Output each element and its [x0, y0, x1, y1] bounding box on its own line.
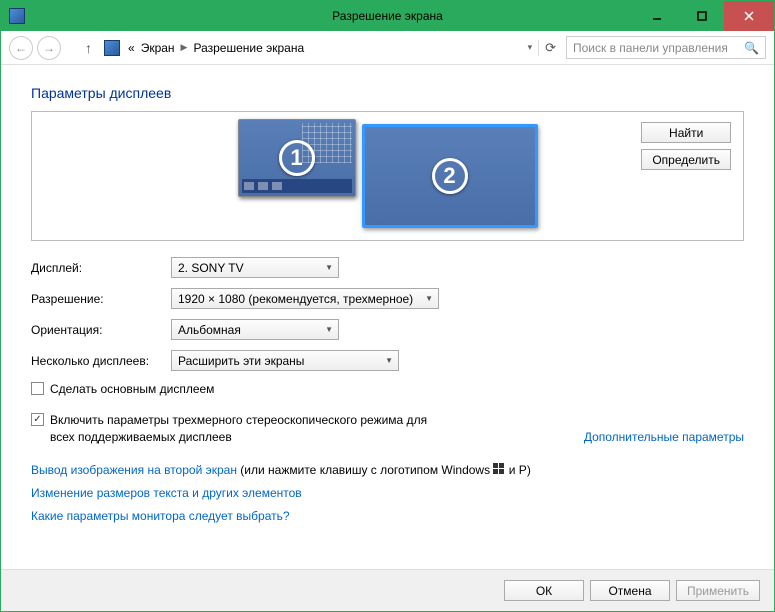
- stereo-checkbox[interactable]: ✓: [31, 413, 44, 426]
- refresh-button[interactable]: ⟳: [538, 40, 562, 56]
- cancel-button[interactable]: Отмена: [590, 580, 670, 601]
- monitor-number: 2: [432, 158, 468, 194]
- display-select[interactable]: 2. SONY TV▼: [171, 257, 339, 278]
- resolution-label: Разрешение:: [31, 292, 171, 306]
- forward-button[interactable]: →: [37, 36, 61, 60]
- up-button[interactable]: ↑: [81, 40, 96, 56]
- app-icon: [9, 8, 25, 24]
- windows-logo-icon: [493, 463, 505, 475]
- monitor-1[interactable]: 1: [238, 119, 356, 197]
- make-primary-label: Сделать основным дисплеем: [50, 381, 744, 398]
- project-hint: (или нажмите клавишу с логотипом Windows: [237, 463, 493, 477]
- search-placeholder: Поиск в панели управления: [573, 41, 728, 55]
- location-icon: [104, 40, 120, 56]
- advanced-settings-link[interactable]: Дополнительные параметры: [584, 430, 744, 445]
- search-input[interactable]: Поиск в панели управления 🔍: [566, 36, 766, 59]
- breadcrumb-item[interactable]: Экран: [139, 39, 177, 57]
- chevron-down-icon: ▼: [425, 294, 433, 303]
- which-settings-link[interactable]: Какие параметры монитора следует выбрать…: [31, 509, 290, 523]
- titlebar: Разрешение экрана: [1, 1, 774, 31]
- make-primary-checkbox[interactable]: [31, 382, 44, 395]
- dialog-footer: ОК Отмена Применить: [1, 569, 774, 611]
- chevron-down-icon: ▼: [385, 356, 393, 365]
- identify-button[interactable]: Определить: [641, 149, 731, 170]
- project-hint-2: и P): [505, 463, 530, 477]
- monitor-2[interactable]: 2: [362, 124, 538, 228]
- minimize-button[interactable]: [634, 1, 679, 31]
- page-heading: Параметры дисплеев: [31, 85, 744, 101]
- chevron-down-icon[interactable]: ▾: [526, 40, 535, 55]
- maximize-button[interactable]: [679, 1, 724, 31]
- project-link[interactable]: Вывод изображения на второй экран: [31, 463, 237, 477]
- chevron-down-icon: ▼: [325, 263, 333, 272]
- close-button[interactable]: [724, 1, 774, 31]
- detect-button[interactable]: Найти: [641, 122, 731, 143]
- back-button[interactable]: ←: [9, 36, 33, 60]
- orientation-select[interactable]: Альбомная▼: [171, 319, 339, 340]
- display-label: Дисплей:: [31, 261, 171, 275]
- apply-button[interactable]: Применить: [676, 580, 760, 601]
- chevron-right-icon: ▶: [179, 40, 190, 55]
- multiple-displays-label: Несколько дисплеев:: [31, 354, 171, 368]
- search-icon[interactable]: 🔍: [744, 41, 759, 55]
- breadcrumb-item[interactable]: Разрешение экрана: [191, 39, 306, 57]
- resolution-select[interactable]: 1920 × 1080 (рекомендуется, трехмерное)▼: [171, 288, 439, 309]
- multiple-displays-select[interactable]: Расширить эти экраны▼: [171, 350, 399, 371]
- orientation-label: Ориентация:: [31, 323, 171, 337]
- ok-button[interactable]: ОК: [504, 580, 584, 601]
- display-arrangement[interactable]: 1 2 Найти Определить: [31, 111, 744, 241]
- stereo-label: Включить параметры трехмерного стереоско…: [50, 412, 450, 446]
- toolbar: ← → ↑ « Экран ▶ Разрешение экрана ▾ ⟳ По…: [1, 31, 774, 65]
- breadcrumb-prefix: «: [126, 39, 137, 57]
- breadcrumb[interactable]: « Экран ▶ Разрешение экрана ▾: [100, 39, 534, 57]
- text-size-link[interactable]: Изменение размеров текста и других элеме…: [31, 486, 302, 500]
- chevron-down-icon: ▼: [325, 325, 333, 334]
